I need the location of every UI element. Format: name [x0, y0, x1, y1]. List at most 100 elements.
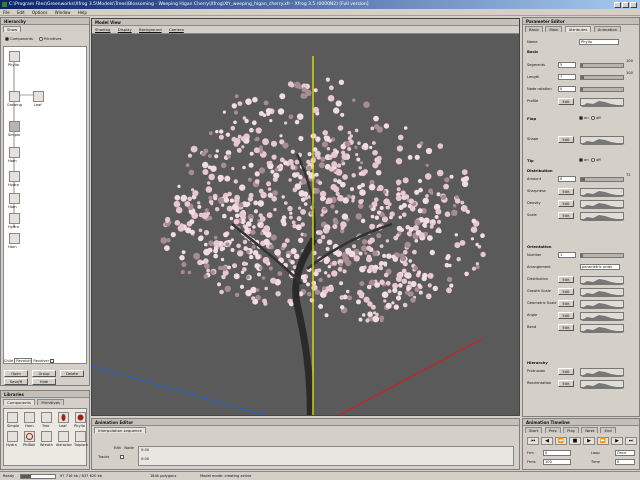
param-curve-preview[interactable]: [580, 288, 625, 297]
param-value-field[interactable]: 7: [558, 74, 576, 80]
tl-tab-end[interactable]: End: [600, 427, 616, 433]
delete-button[interactable]: Delete: [60, 370, 84, 377]
param-slider[interactable]: [580, 253, 624, 258]
param-curve-preview[interactable]: [580, 276, 625, 285]
node-horn2-icon[interactable]: [9, 193, 20, 204]
library-attractor-icon[interactable]: [58, 431, 69, 442]
library-horn-icon[interactable]: [24, 412, 35, 423]
name-field[interactable]: Phyllo: [579, 39, 619, 45]
param-value-field[interactable]: 5: [558, 62, 576, 68]
group-button[interactable]: Group: [32, 370, 56, 377]
param-edit-button[interactable]: Edit: [558, 212, 574, 219]
param-curve-preview[interactable]: [580, 380, 625, 389]
param-curve-preview[interactable]: [580, 200, 625, 209]
library-tropism-icon[interactable]: [75, 431, 86, 442]
track-checkbox[interactable]: [120, 455, 124, 459]
save-button[interactable]: Save/R: [4, 378, 28, 385]
param-tab-attributes[interactable]: Attributes: [564, 26, 592, 32]
node-growing-icon[interactable]: [9, 91, 20, 102]
param-curve-preview[interactable]: [580, 136, 625, 145]
param-curve-preview[interactable]: [580, 188, 625, 197]
node-phyllo-icon[interactable]: [9, 51, 20, 62]
play-icon[interactable]: ▶: [583, 437, 595, 445]
filter-select[interactable]: Revolution: [14, 358, 33, 364]
tl-tab-start[interactable]: Start: [525, 427, 543, 433]
vp-menu-display[interactable]: Display: [115, 26, 135, 34]
step-back-icon[interactable]: ◀: [541, 437, 553, 445]
param-slider[interactable]: [580, 177, 624, 182]
library-hydra-icon[interactable]: [7, 431, 18, 442]
param-slider[interactable]: [580, 87, 624, 92]
minimize-button[interactable]: [614, 1, 621, 8]
param-edit-button[interactable]: Edit: [558, 380, 574, 387]
library-phiball-icon[interactable]: [24, 431, 35, 442]
hide-button[interactable]: Hide: [32, 378, 56, 385]
param-curve-preview[interactable]: [580, 300, 625, 309]
tl-tab-play[interactable]: Play: [563, 427, 580, 433]
library-simple-icon[interactable]: [7, 412, 18, 423]
node-hydra2-icon[interactable]: [9, 213, 20, 224]
fast-forward-icon[interactable]: ⏭: [625, 437, 637, 445]
menu-options[interactable]: Options: [29, 9, 50, 16]
flap-on-radio[interactable]: [579, 116, 583, 120]
hierarchy-tree[interactable]: Phyllo Growing Leaf Simple Horn Hydra Ho…: [3, 46, 87, 364]
arrangement-select[interactable]: parametric order: [580, 264, 620, 270]
hierarchy-tab-show[interactable]: Show: [3, 26, 22, 32]
animation-tab[interactable]: Interpolation sequence: [94, 427, 146, 433]
param-tab-animation[interactable]: Animation: [593, 26, 622, 32]
menu-file[interactable]: File: [0, 9, 13, 16]
track-area[interactable]: 0:00 0:00: [138, 446, 514, 466]
param-value-field[interactable]: 0: [558, 176, 576, 182]
param-edit-button[interactable]: Edit: [558, 276, 574, 283]
param-edit-button[interactable]: Edit: [558, 188, 574, 195]
param-value-field[interactable]: 0: [558, 86, 576, 92]
param-edit-button[interactable]: Edit: [558, 288, 574, 295]
step-forward-icon[interactable]: ▶: [611, 437, 623, 445]
param-edit-button[interactable]: Edit: [558, 136, 574, 143]
param-curve-preview[interactable]: [580, 324, 625, 333]
tip-on-radio[interactable]: [579, 158, 583, 162]
node-leaf-icon[interactable]: [33, 91, 44, 102]
close-button[interactable]: [630, 1, 637, 8]
param-slider[interactable]: [580, 75, 624, 80]
node-horn3-icon[interactable]: [9, 233, 20, 244]
library-tab-primitives[interactable]: Primitives: [37, 399, 65, 405]
param-curve-preview[interactable]: [580, 98, 625, 107]
library-wreath-icon[interactable]: [41, 431, 52, 442]
library-tab-components[interactable]: Components: [3, 399, 36, 405]
flap-off-radio[interactable]: [590, 116, 595, 120]
fps-field[interactable]: 100: [543, 459, 571, 465]
node-simple-icon[interactable]: [9, 121, 20, 132]
scene-canvas[interactable]: [92, 34, 519, 415]
radio-components[interactable]: [5, 37, 9, 41]
filter-checkbox[interactable]: [50, 359, 55, 363]
param-tab-main[interactable]: Main: [545, 26, 563, 32]
node-hydra-icon[interactable]: [9, 171, 20, 182]
param-slider[interactable]: [580, 63, 624, 68]
param-edit-button[interactable]: Edit: [558, 312, 574, 319]
library-tree-icon[interactable]: [41, 412, 52, 423]
open-button[interactable]: Open: [4, 370, 28, 377]
library-phyllo-icon[interactable]: [75, 412, 86, 423]
tl-tab-next[interactable]: Next: [581, 427, 599, 433]
param-edit-button[interactable]: Edit: [558, 324, 574, 331]
rewind-fast-icon[interactable]: ⏪: [555, 437, 567, 445]
stop-icon[interactable]: ■: [569, 437, 581, 445]
loop-select[interactable]: Once: [615, 450, 635, 456]
vp-menu-background[interactable]: Background: [136, 26, 165, 34]
tl-tab-prev[interactable]: Prev: [544, 427, 561, 433]
vp-menu-camera[interactable]: Camera: [166, 26, 187, 34]
forward-fast-icon[interactable]: ⏩: [597, 437, 609, 445]
menu-edit[interactable]: Edit: [14, 9, 28, 16]
maximize-button[interactable]: [622, 1, 629, 8]
param-edit-button[interactable]: Edit: [558, 368, 574, 375]
node-horn-icon[interactable]: [9, 147, 20, 158]
frame-field[interactable]: 0: [543, 450, 571, 456]
time-field[interactable]: 0: [615, 459, 635, 465]
param-curve-preview[interactable]: [580, 212, 625, 221]
param-tab-basic[interactable]: Basic: [525, 26, 544, 32]
rewind-icon[interactable]: ⏮: [527, 437, 539, 445]
param-edit-button[interactable]: Edit: [558, 300, 574, 307]
param-edit-button[interactable]: Edit: [558, 200, 574, 207]
radio-primitives[interactable]: [38, 37, 43, 41]
